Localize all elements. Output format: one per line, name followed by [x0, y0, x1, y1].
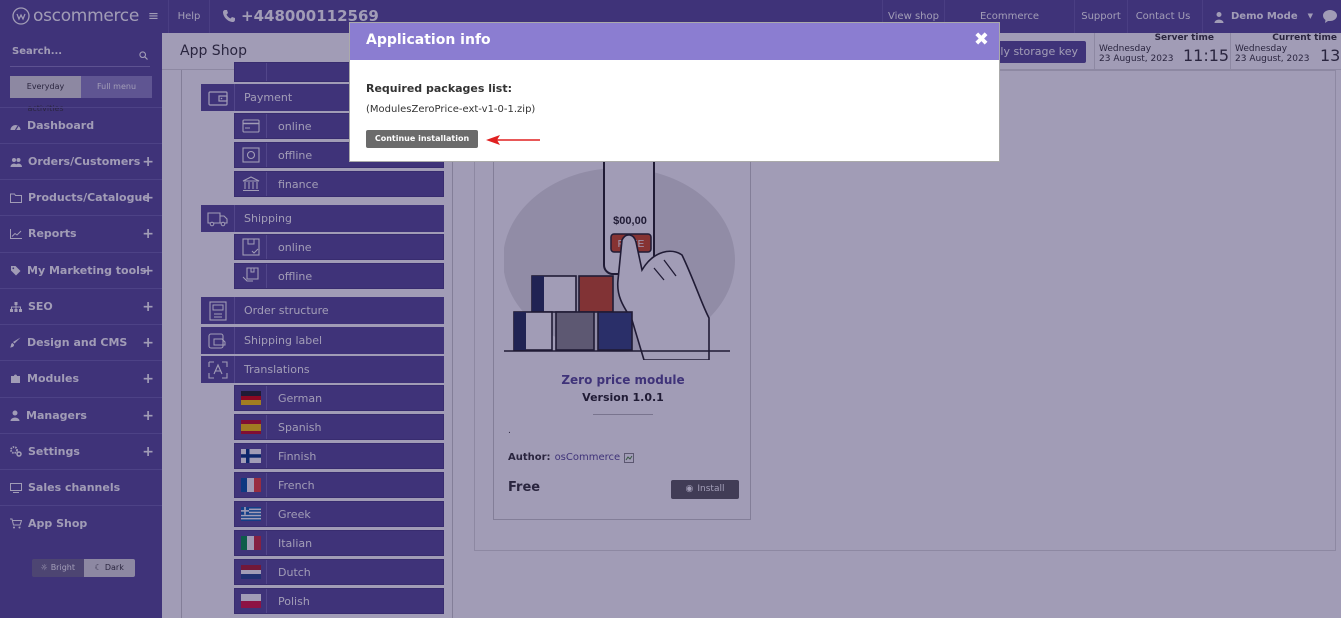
red-arrow-icon [486, 135, 540, 145]
modal-title: Application info [366, 32, 491, 48]
required-package-file: (ModulesZeroPrice-ext-v1-0-1.zip) [366, 104, 536, 115]
close-icon[interactable]: ✖ [974, 31, 989, 49]
required-packages-label: Required packages list: [366, 82, 513, 95]
application-info-modal: Application info ✖ Required packages lis… [349, 22, 1000, 162]
continue-installation-button[interactable]: Continue installation [366, 130, 478, 148]
modal-header: Application info ✖ [350, 23, 999, 60]
